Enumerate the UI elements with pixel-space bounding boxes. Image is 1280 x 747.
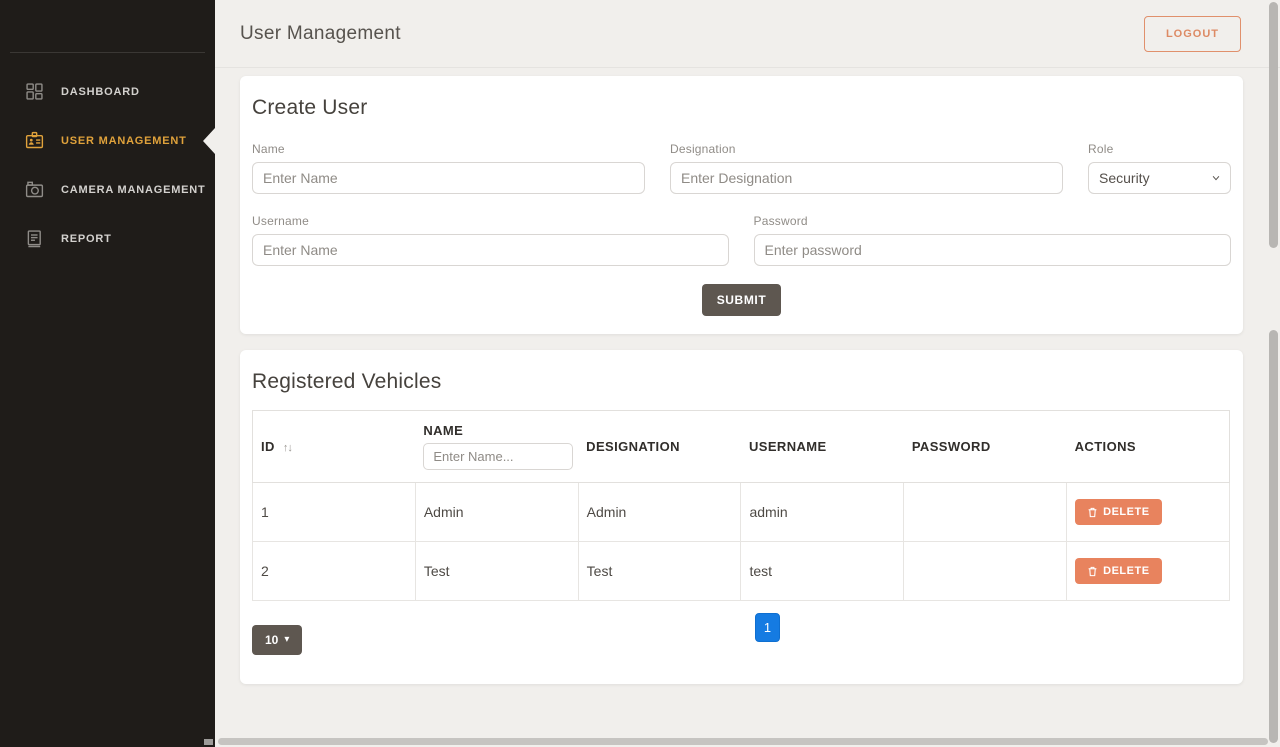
sidebar-nav: DASHBOARD USER MANAGEMENT CAMERA MANAGEM… <box>0 67 215 263</box>
top-header: User Management LOGOUT <box>215 0 1280 68</box>
sidebar-item-camera-management[interactable]: CAMERA MANAGEMENT <box>0 165 215 214</box>
name-filter-input[interactable] <box>423 443 573 470</box>
designation-field-group: Designation <box>670 142 1063 194</box>
create-user-title: Create User <box>252 96 1231 120</box>
registered-vehicles-card: Registered Vehicles ID ↑↓ NAME <box>240 350 1243 684</box>
trash-icon <box>1087 507 1098 518</box>
name-input[interactable] <box>252 162 645 194</box>
username-field-group: Username <box>252 214 729 266</box>
name-label: Name <box>252 142 645 156</box>
username-label: Username <box>252 214 729 228</box>
sidebar-item-label: CAMERA MANAGEMENT <box>61 184 206 196</box>
column-header-actions: ACTIONS <box>1067 411 1230 483</box>
logout-button[interactable]: LOGOUT <box>1144 16 1241 52</box>
sidebar: DASHBOARD USER MANAGEMENT CAMERA MANAGEM… <box>0 0 215 747</box>
sort-icons[interactable]: ↑↓ <box>283 442 292 454</box>
form-row-2: Username Password <box>252 214 1231 266</box>
cell-username: test <box>741 542 904 601</box>
pagination-page-1[interactable]: 1 <box>755 613 780 642</box>
column-header-id[interactable]: ID ↑↓ <box>253 411 416 483</box>
table-wrapper: ID ↑↓ NAME DESIGNATION USERNAME PASSWORD… <box>252 410 1231 601</box>
table-row: 1 Admin Admin admin DELETE <box>253 483 1230 542</box>
cell-password <box>904 542 1067 601</box>
sidebar-item-label: DASHBOARD <box>61 86 140 98</box>
camera-icon <box>24 179 45 200</box>
sidebar-item-dashboard[interactable]: DASHBOARD <box>0 67 215 116</box>
scrollbar-corner <box>204 739 213 745</box>
column-header-name: NAME <box>415 411 578 483</box>
table-row: 2 Test Test test DELETE <box>253 542 1230 601</box>
column-header-username: USERNAME <box>741 411 904 483</box>
sidebar-divider <box>10 52 205 53</box>
password-input[interactable] <box>754 234 1232 266</box>
column-header-designation: DESIGNATION <box>578 411 741 483</box>
vertical-scrollbar-thumb[interactable] <box>1269 2 1278 248</box>
sidebar-item-report[interactable]: REPORT <box>0 214 215 263</box>
cell-name: Admin <box>415 483 578 542</box>
sidebar-item-label: REPORT <box>61 233 112 245</box>
trash-icon <box>1087 566 1098 577</box>
report-icon <box>24 228 45 249</box>
submit-row: SUBMIT <box>252 284 1231 316</box>
active-item-arrow <box>203 128 215 154</box>
cell-id: 1 <box>253 483 416 542</box>
column-header-password: PASSWORD <box>904 411 1067 483</box>
content: Create User Name Designation Role Securi… <box>215 68 1243 684</box>
role-label: Role <box>1088 142 1231 156</box>
sidebar-item-user-management[interactable]: USER MANAGEMENT <box>0 116 215 165</box>
cell-password <box>904 483 1067 542</box>
cell-id: 2 <box>253 542 416 601</box>
password-label: Password <box>754 214 1232 228</box>
cell-actions: DELETE <box>1067 483 1230 542</box>
cell-designation: Test <box>578 542 741 601</box>
cell-name: Test <box>415 542 578 601</box>
main-area: User Management LOGOUT Create User Name … <box>215 0 1280 747</box>
vertical-scrollbar-thumb-lower[interactable] <box>1269 330 1278 743</box>
caret-down-icon: ▾ <box>284 635 289 645</box>
form-row-1: Name Designation Role Security <box>252 142 1231 194</box>
submit-button[interactable]: SUBMIT <box>702 284 782 316</box>
role-field-group: Role Security <box>1088 142 1231 194</box>
cell-designation: Admin <box>578 483 741 542</box>
table-header-row: ID ↑↓ NAME DESIGNATION USERNAME PASSWORD… <box>253 411 1230 483</box>
create-user-card: Create User Name Designation Role Securi… <box>240 76 1243 334</box>
sidebar-item-label: USER MANAGEMENT <box>61 135 187 147</box>
password-field-group: Password <box>754 214 1232 266</box>
delete-button[interactable]: DELETE <box>1075 558 1161 584</box>
username-input[interactable] <box>252 234 729 266</box>
page-size-dropdown[interactable]: 10 ▾ <box>252 625 302 655</box>
designation-input[interactable] <box>670 162 1063 194</box>
cell-actions: DELETE <box>1067 542 1230 601</box>
cell-username: admin <box>741 483 904 542</box>
users-table: ID ↑↓ NAME DESIGNATION USERNAME PASSWORD… <box>252 410 1230 601</box>
delete-button[interactable]: DELETE <box>1075 499 1161 525</box>
page-title: User Management <box>240 23 401 45</box>
registered-vehicles-title: Registered Vehicles <box>252 370 1231 394</box>
designation-label: Designation <box>670 142 1063 156</box>
horizontal-scrollbar-thumb[interactable] <box>218 738 1268 745</box>
name-field-group: Name <box>252 142 645 194</box>
role-select[interactable]: Security <box>1088 162 1231 194</box>
table-footer: 10 ▾ 1 <box>252 625 1230 654</box>
dashboard-icon <box>24 81 45 102</box>
id-badge-icon <box>24 130 45 151</box>
